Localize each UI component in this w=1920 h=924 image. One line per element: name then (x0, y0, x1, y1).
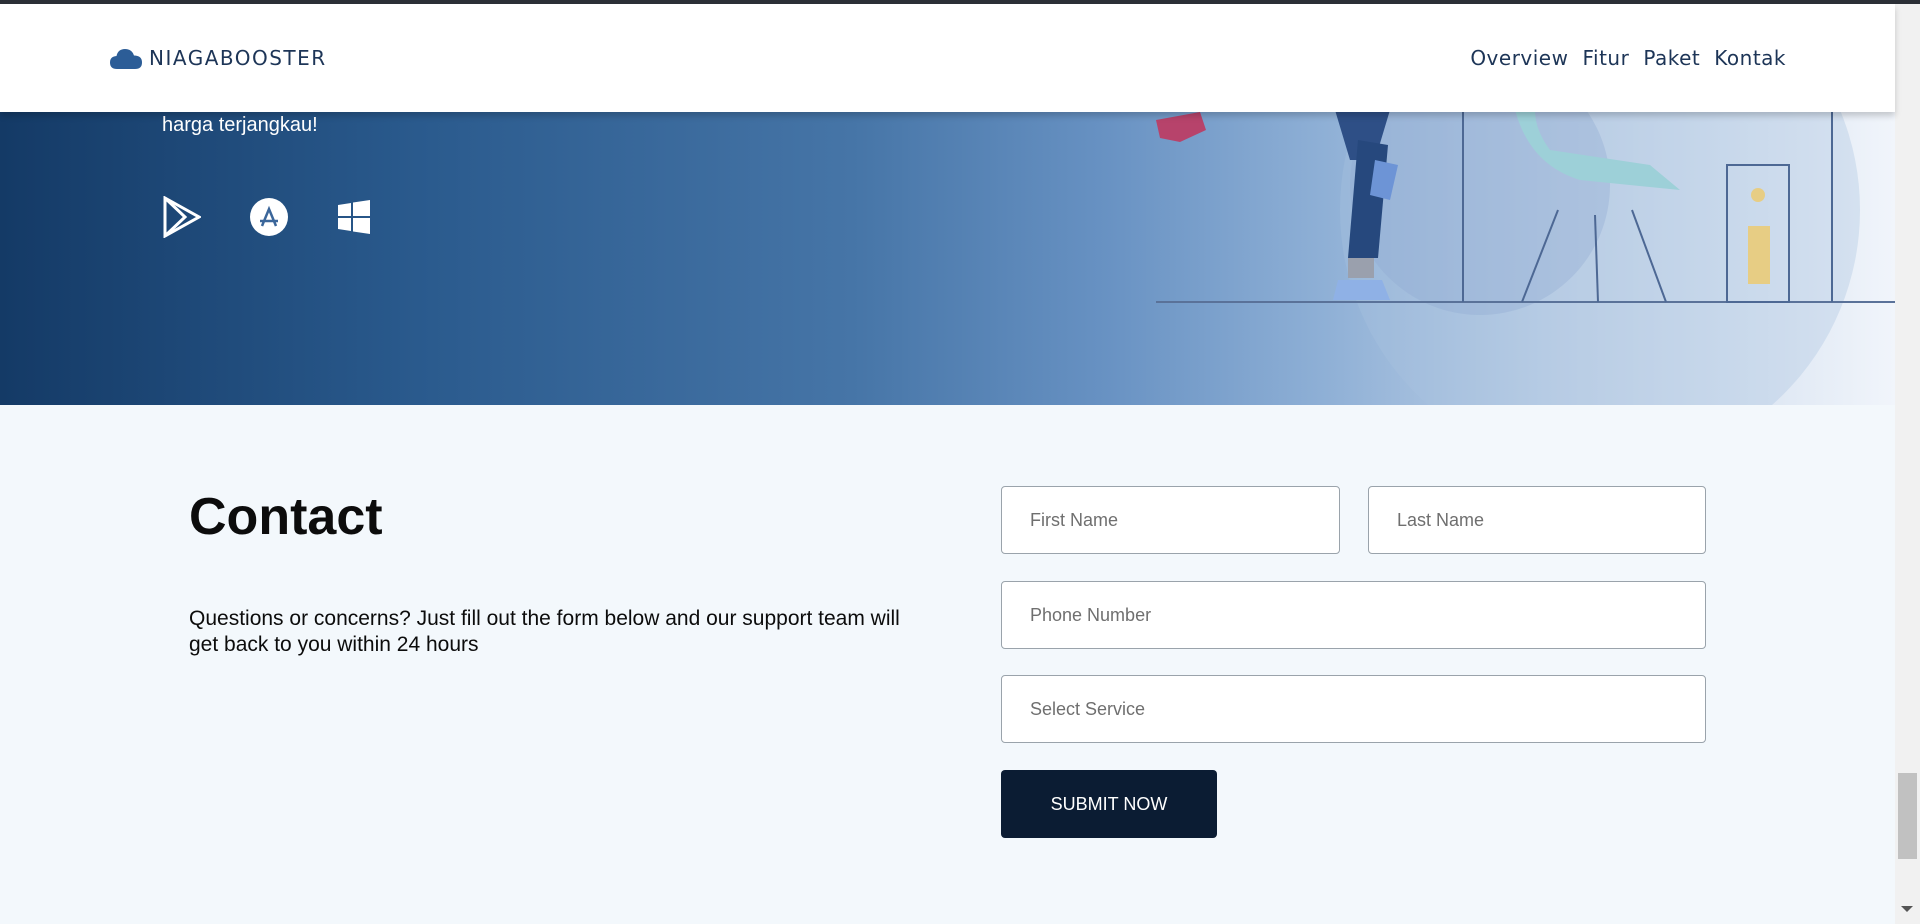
store-icons (163, 196, 371, 238)
hero-tagline: harga terjangkau! (162, 114, 318, 136)
brand-logo[interactable]: NIAGABOOSTER (109, 46, 327, 70)
app-store-icon[interactable] (249, 197, 289, 237)
service-select-label: Select Service (1030, 698, 1146, 719)
windows-icon[interactable] (337, 200, 371, 234)
scrollbar-thumb[interactable] (1898, 773, 1917, 859)
nav-fitur[interactable]: Fitur (1582, 46, 1629, 70)
contact-title: Contact (189, 488, 383, 546)
nav-paket[interactable]: Paket (1643, 46, 1700, 70)
last-name-input[interactable] (1368, 486, 1706, 554)
top-navbar: NIAGABOOSTER Overview Fitur Paket Kontak (0, 4, 1895, 112)
scroll-down-arrow-icon[interactable] (1901, 906, 1913, 912)
submit-button[interactable]: SUBMIT NOW (1001, 770, 1217, 838)
nav-kontak[interactable]: Kontak (1714, 46, 1786, 70)
main-nav: Overview Fitur Paket Kontak (1470, 46, 1786, 70)
contact-description: Questions or concerns? Just fill out the… (189, 607, 900, 656)
google-play-icon[interactable] (163, 196, 201, 238)
cloud-icon (110, 49, 142, 69)
nav-overview[interactable]: Overview (1470, 46, 1568, 70)
phone-number-input[interactable] (1001, 581, 1706, 649)
service-select[interactable]: Select Service (1001, 675, 1706, 743)
window-top-border (0, 0, 1920, 4)
brand-name: NIAGABOOSTER (149, 46, 327, 70)
first-name-input[interactable] (1001, 486, 1340, 554)
